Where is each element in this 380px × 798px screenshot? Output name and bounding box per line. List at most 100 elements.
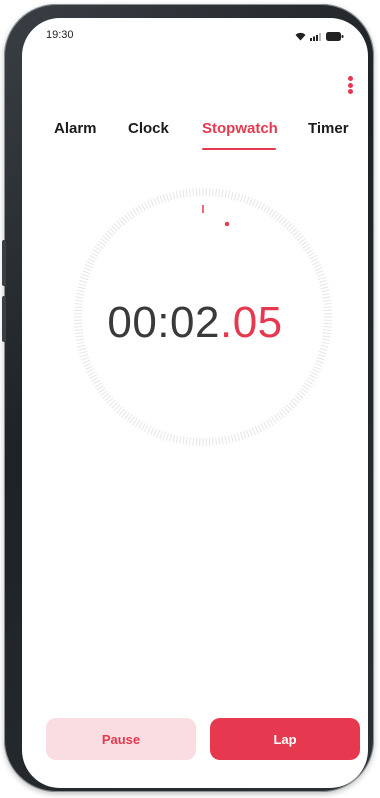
dial-tick: [87, 371, 96, 377]
dial-tick: [79, 279, 88, 284]
dial-tick: [185, 189, 188, 198]
dial-tick: [230, 191, 234, 200]
dial-tick: [316, 356, 325, 361]
dial-tick: [169, 192, 173, 201]
dial-tick: [92, 249, 101, 255]
phone-frame: 19:30 Alarm Clock Stopwatch Timer 00:02.…: [2, 4, 374, 792]
dial-tick: [81, 273, 90, 278]
status-time: 19:30: [46, 29, 74, 41]
dial-tick: [138, 205, 143, 213]
dial-tick: [189, 437, 191, 446]
dial-tick: [87, 257, 96, 263]
pause-button[interactable]: Pause: [46, 718, 196, 760]
dial-tick: [96, 385, 104, 391]
dial-tick: [211, 437, 214, 446]
dial-tick: [271, 416, 277, 424]
dial-tick: [78, 347, 87, 351]
dial-tick: [215, 188, 217, 197]
dial-tick: [80, 353, 89, 358]
dial-tick: [92, 379, 101, 385]
dial-tick: [143, 201, 149, 210]
dial-tick: [315, 270, 324, 275]
dial-tick: [273, 212, 280, 220]
dial-tick: [175, 190, 179, 199]
dial-tick: [84, 264, 93, 269]
dial-tick: [94, 246, 102, 252]
tab-clock[interactable]: Clock: [128, 120, 169, 137]
dial-tick: [245, 196, 250, 205]
dial-tick: [141, 423, 146, 431]
signal-icon: [310, 28, 322, 46]
dial-tick: [80, 276, 89, 281]
dial-tick: [251, 427, 256, 436]
dial-tick: [314, 267, 323, 272]
dial-tick: [91, 377, 99, 382]
more-options-icon[interactable]: [344, 76, 356, 94]
dial-tick: [129, 210, 135, 218]
dial-tick: [159, 195, 164, 204]
power-button: [2, 296, 6, 342]
dial-tick: [76, 289, 85, 293]
dial-tick: [132, 418, 138, 426]
dial-tick: [302, 385, 310, 391]
dial-tick: [236, 432, 241, 441]
dial-tick: [192, 188, 195, 197]
status-icons: [295, 28, 344, 46]
dial-tick: [189, 188, 191, 197]
dial-tick: [265, 206, 271, 215]
dial-tick: [319, 347, 328, 351]
dial-tick: [268, 208, 274, 216]
dial-tick: [254, 200, 259, 209]
stopwatch-main: 00:02: [107, 298, 220, 347]
dial-tick: [273, 414, 280, 422]
dial-tick: [83, 267, 92, 272]
dial-tick: [156, 196, 161, 205]
dial-tick: [245, 429, 250, 438]
dial-tick: [236, 193, 241, 202]
dial-tick: [182, 189, 185, 198]
lap-button[interactable]: Lap: [210, 718, 360, 760]
dial-tick: [165, 193, 170, 202]
dial-tick: [182, 436, 185, 445]
dial-tick: [233, 192, 237, 201]
dial-tick: [175, 435, 179, 444]
dial-tick: [147, 425, 152, 434]
dial-tick: [309, 374, 317, 379]
dial-tick: [251, 198, 256, 207]
dial-tick: [318, 279, 327, 284]
dial-tick: [227, 190, 231, 199]
dial-tick: [172, 434, 176, 443]
dial-tick: [150, 427, 155, 436]
dial-tick: [319, 283, 328, 287]
dial-tick: [215, 437, 217, 446]
dial-tick: [218, 189, 221, 198]
tab-alarm[interactable]: Alarm: [54, 120, 97, 137]
dial-tick: [304, 246, 312, 252]
dial-tick: [135, 419, 141, 428]
dial-tick: [86, 261, 95, 266]
dial-tick: [278, 410, 285, 418]
dial-tick: [82, 270, 91, 275]
dial-tick: [165, 432, 170, 441]
tab-stopwatch[interactable]: Stopwatch: [202, 120, 278, 137]
tab-bar: Alarm Clock Stopwatch Timer: [22, 120, 368, 150]
dial-tick: [313, 264, 322, 269]
dial-tick: [305, 249, 314, 255]
dial-tick: [153, 197, 158, 206]
dial-tick: [321, 289, 330, 293]
dial-tick: [257, 201, 263, 210]
dial-tick: [121, 410, 128, 418]
dial-tick: [311, 261, 320, 266]
dial-tick: [162, 431, 167, 440]
dial-tick: [132, 208, 138, 216]
tab-timer[interactable]: Timer: [308, 120, 349, 137]
dial-tick: [98, 240, 106, 247]
dial-tick: [310, 371, 319, 377]
dial-tick: [268, 418, 274, 426]
dial-tick: [221, 436, 224, 445]
dial-tick: [278, 216, 285, 224]
dial-tick: [89, 255, 97, 260]
dial-tick: [81, 356, 90, 361]
dial-tick: [143, 424, 149, 433]
dial-tick: [135, 206, 141, 215]
